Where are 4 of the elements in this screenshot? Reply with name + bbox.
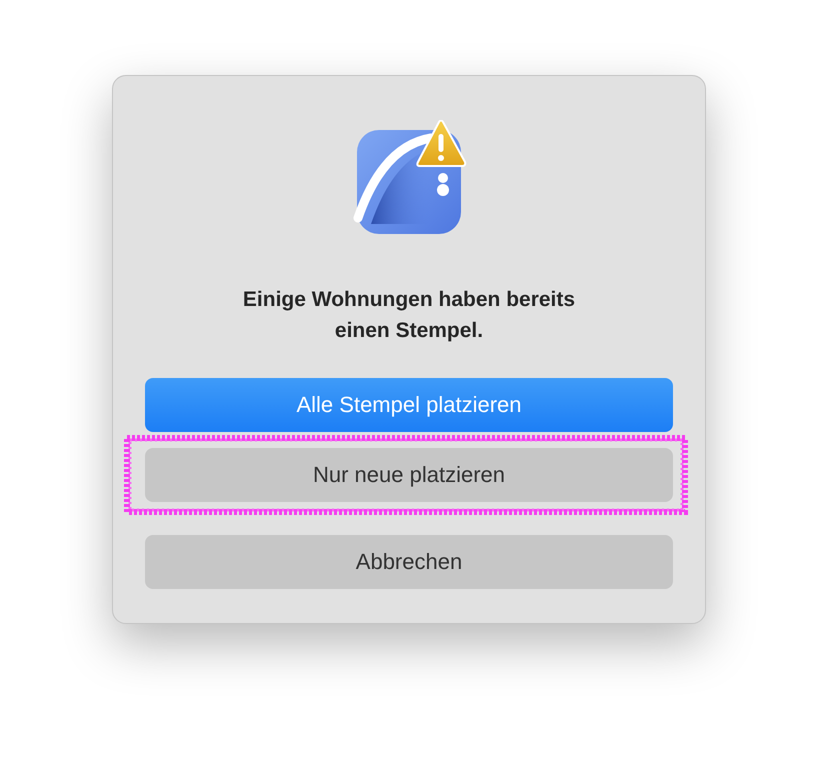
alert-message: Einige Wohnungen haben bereits einen Stempel.: [242, 287, 576, 344]
dialog-button[interactable]: Abbrechen: [145, 535, 673, 589]
app-warning-icon: [353, 120, 469, 234]
dialog-button[interactable]: Nur neue platzieren: [145, 448, 673, 502]
